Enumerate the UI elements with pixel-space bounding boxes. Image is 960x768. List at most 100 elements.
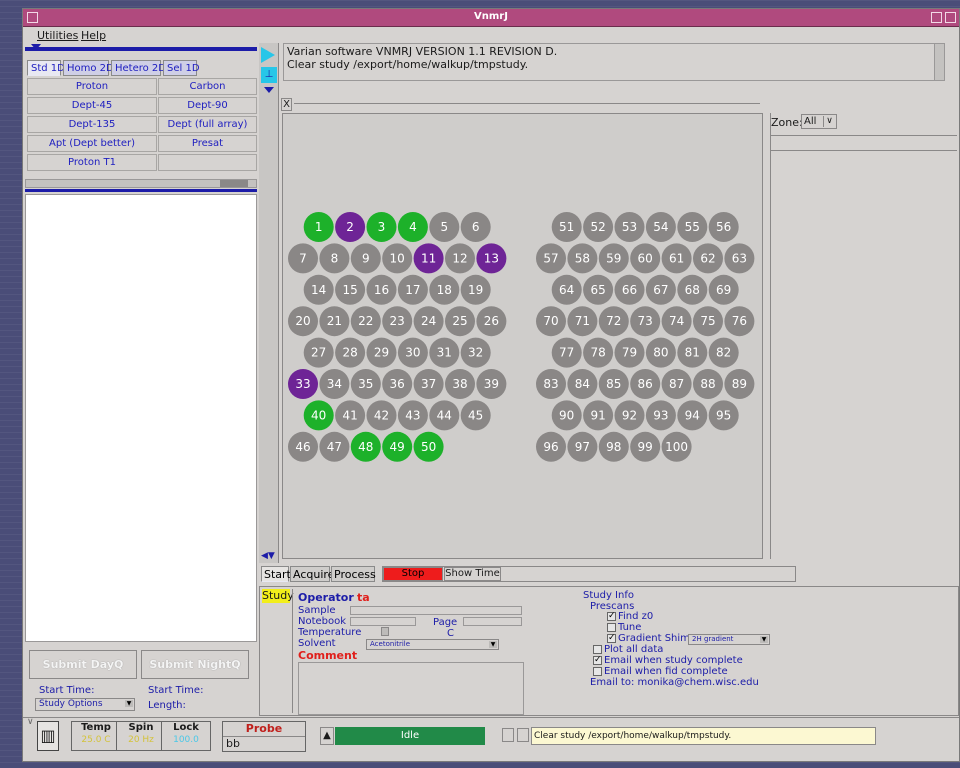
sample-slot-2[interactable]: 2	[335, 212, 366, 242]
zone-select[interactable]: All ∨	[801, 114, 837, 129]
email-study-checkbox[interactable]: ✓	[593, 656, 602, 665]
sample-slot-18[interactable]: 18	[429, 274, 460, 305]
sample-slot-79[interactable]: 79	[614, 337, 645, 368]
sample-slot-6[interactable]: 6	[460, 212, 491, 242]
notebook-input[interactable]	[350, 617, 416, 626]
sample-slot-100[interactable]: 100	[661, 431, 692, 462]
email-fid-checkbox[interactable]	[593, 667, 602, 676]
sample-slot-35[interactable]: 35	[350, 369, 381, 399]
sample-slot-34[interactable]: 34	[319, 369, 350, 399]
sample-slot-20[interactable]: 20	[288, 306, 318, 337]
sample-slot-36[interactable]: 36	[382, 369, 413, 399]
sample-slot-39[interactable]: 39	[476, 369, 507, 399]
sample-slot-28[interactable]: 28	[335, 337, 366, 368]
trash-icon[interactable]: ▥	[37, 721, 59, 751]
sample-slot-59[interactable]: 59	[598, 243, 629, 274]
show-time-button[interactable]: Show Time	[444, 567, 501, 581]
scrollbar-thumb[interactable]	[220, 180, 248, 187]
maximize-button[interactable]	[945, 12, 956, 23]
comment-textarea[interactable]	[298, 662, 524, 715]
sample-slot-95[interactable]: 95	[708, 400, 739, 431]
sample-slot-13[interactable]: 13	[476, 243, 507, 274]
sample-slot-7[interactable]: 7	[288, 243, 318, 274]
sample-slot-91[interactable]: 91	[583, 400, 614, 431]
protocol-proton-t1-button[interactable]: Proton T1	[27, 154, 157, 171]
protocol-scrollbar[interactable]	[25, 179, 257, 188]
temp-indicator[interactable]: Temp 25.0 C	[71, 721, 121, 751]
view-toggle-1[interactable]	[502, 728, 514, 742]
temperature-slider[interactable]	[381, 627, 389, 636]
sample-slot-40[interactable]: 40	[303, 400, 334, 431]
sample-slot-24[interactable]: 24	[413, 306, 444, 337]
left-dock-bar[interactable]	[25, 47, 257, 51]
gradient-select[interactable]: 2H gradient ▼	[688, 634, 770, 645]
study-tab[interactable]: Study	[262, 589, 294, 603]
sample-slot-32[interactable]: 32	[460, 337, 491, 368]
sample-slot-4[interactable]: 4	[397, 212, 428, 242]
sample-slot-72[interactable]: 72	[598, 306, 629, 337]
dock-down-icon-2[interactable]	[264, 87, 274, 93]
sample-slot-78[interactable]: 78	[583, 337, 614, 368]
sample-slot-46[interactable]: 46	[288, 431, 318, 462]
sample-slot-25[interactable]: 25	[445, 306, 475, 337]
sample-slot-71[interactable]: 71	[567, 306, 598, 337]
sample-slot-70[interactable]: 70	[536, 306, 566, 337]
spectrum-icon[interactable]: ⊥	[261, 67, 277, 83]
sample-slot-3[interactable]: 3	[366, 212, 397, 242]
protocol-carbon-button[interactable]: Carbon	[158, 78, 257, 95]
sample-slot-86[interactable]: 86	[630, 369, 661, 399]
protocol-apt-button[interactable]: Apt (Dept better)	[27, 135, 157, 152]
scroll-arrows-icon[interactable]: ◀▼	[261, 551, 275, 561]
sample-slot-64[interactable]: 64	[551, 274, 582, 305]
sample-slot-27[interactable]: 27	[303, 337, 334, 368]
collapse-up-icon[interactable]: ▲	[320, 727, 334, 745]
close-tray-button[interactable]: X	[281, 98, 292, 111]
sample-slot-53[interactable]: 53	[614, 212, 645, 242]
tab-hetero-2d[interactable]: Hetero 2D	[111, 60, 166, 76]
tab-acquire[interactable]: Acquire	[290, 566, 334, 582]
sample-slot-90[interactable]: 90	[551, 400, 582, 431]
sample-slot-98[interactable]: 98	[598, 431, 629, 462]
sample-slot-16[interactable]: 16	[366, 274, 397, 305]
menu-utilities[interactable]: Utilities	[37, 29, 78, 42]
sample-slot-65[interactable]: 65	[583, 274, 614, 305]
sample-slot-22[interactable]: 22	[350, 306, 381, 337]
sample-slot-26[interactable]: 26	[476, 306, 507, 337]
left-dock-bar-2[interactable]	[25, 189, 257, 192]
sample-slot-30[interactable]: 30	[397, 337, 428, 368]
minimize-button[interactable]	[931, 12, 942, 23]
submit-dayq-button[interactable]: Submit DayQ	[29, 650, 137, 679]
sample-slot-14[interactable]: 14	[303, 274, 334, 305]
view-toggle-2[interactable]	[517, 728, 529, 742]
expand-arrow-icon[interactable]: ∨	[27, 717, 34, 727]
sample-slot-68[interactable]: 68	[677, 274, 708, 305]
sample-slot-87[interactable]: 87	[661, 369, 692, 399]
protocol-proton-button[interactable]: Proton	[27, 78, 157, 95]
sample-slot-89[interactable]: 89	[724, 369, 755, 399]
sample-slot-66[interactable]: 66	[614, 274, 645, 305]
sample-slot-10[interactable]: 10	[382, 243, 413, 274]
sample-slot-11[interactable]: 11	[413, 243, 444, 274]
sample-slot-17[interactable]: 17	[397, 274, 428, 305]
sample-slot-33[interactable]: 33	[288, 369, 318, 399]
sample-slot-49[interactable]: 49	[382, 431, 413, 462]
title-bar[interactable]: VnmrJ	[23, 9, 959, 27]
sample-slot-9[interactable]: 9	[350, 243, 381, 274]
sample-slot-76[interactable]: 76	[724, 306, 755, 337]
sample-slot-85[interactable]: 85	[598, 369, 629, 399]
sample-slot-1[interactable]: 1	[303, 212, 334, 242]
sample-slot-83[interactable]: 83	[536, 369, 566, 399]
plot-all-checkbox[interactable]	[593, 645, 602, 654]
sample-slot-56[interactable]: 56	[708, 212, 739, 242]
sample-slot-96[interactable]: 96	[536, 431, 566, 462]
sample-slot-67[interactable]: 67	[645, 274, 676, 305]
sample-slot-60[interactable]: 60	[630, 243, 661, 274]
protocol-dept-full-button[interactable]: Dept (full array)	[158, 116, 257, 133]
dock-down-icon[interactable]	[31, 44, 41, 50]
sample-slot-12[interactable]: 12	[445, 243, 475, 274]
sample-slot-80[interactable]: 80	[645, 337, 676, 368]
play-arrow-icon[interactable]	[261, 47, 275, 63]
tab-std-1d[interactable]: Std 1D	[27, 60, 65, 76]
sample-slot-84[interactable]: 84	[567, 369, 598, 399]
sample-slot-8[interactable]: 8	[319, 243, 350, 274]
